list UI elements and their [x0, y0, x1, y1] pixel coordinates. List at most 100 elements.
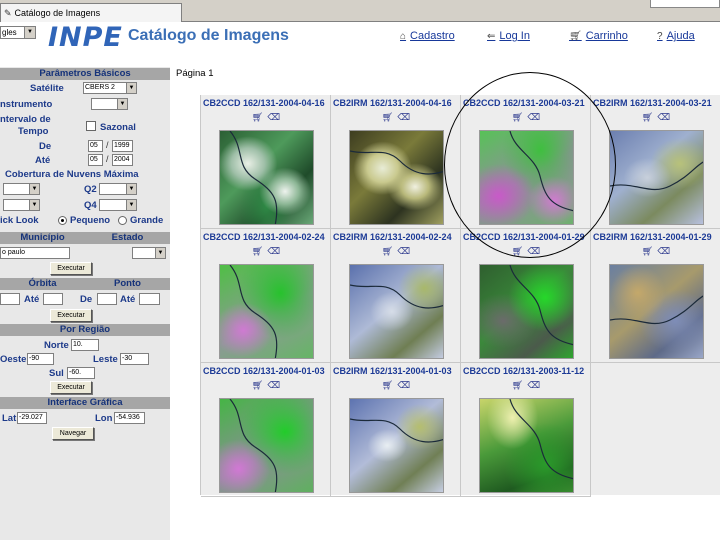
river-overlay	[350, 418, 443, 443]
satellite-image-thumbnail[interactable]	[609, 130, 704, 225]
image-actions: 🛒︎ ⌫	[591, 246, 720, 258]
to-label: Até	[35, 155, 51, 166]
river-overlay	[610, 295, 703, 325]
estado-select[interactable]: ▼	[132, 247, 166, 259]
west-label: Oeste	[0, 354, 27, 365]
satellite-image-thumbnail[interactable]	[349, 398, 444, 493]
to-month-input[interactable]: 05	[88, 154, 103, 166]
add-to-cart-icon[interactable]: 🛒︎	[512, 112, 523, 122]
cloud-q3-select[interactable]: ▼	[3, 199, 40, 211]
add-to-cart-icon[interactable]: 🛒︎	[382, 112, 393, 122]
seasonal-checkbox[interactable]	[86, 121, 96, 131]
window-controls[interactable]	[650, 0, 720, 8]
eraser-icon[interactable]: ⌫	[527, 246, 540, 256]
lon-input[interactable]: -54.936	[114, 412, 145, 424]
orbita-to-input[interactable]	[43, 293, 63, 305]
cloud-q2-select[interactable]: ▼	[99, 183, 137, 195]
eraser-icon[interactable]: ⌫	[267, 380, 280, 390]
eraser-icon[interactable]: ⌫	[657, 246, 670, 256]
cloud-q4-select[interactable]: ▼	[99, 199, 137, 211]
language-select[interactable]: gles ▼	[0, 26, 36, 39]
satellite-image-thumbnail[interactable]	[479, 130, 574, 225]
inpe-logo[interactable]: INPE	[48, 22, 123, 53]
image-title-link[interactable]: CB2IRM 162/131-2004-02-24	[331, 232, 461, 244]
satellite-image-thumbnail[interactable]	[479, 398, 574, 493]
image-title-link[interactable]: CB2IRM 162/131-2004-01-03	[331, 366, 461, 378]
search-panel: Parâmetros Básicos Satélite CBERS 2 ▼ ns…	[0, 67, 170, 540]
west-input[interactable]: -90	[27, 353, 54, 365]
north-input[interactable]: 10.	[71, 339, 99, 351]
river-line	[610, 161, 703, 191]
from-month-input[interactable]: 05	[88, 140, 103, 152]
orbita-search-button[interactable]: Executar	[50, 309, 92, 322]
satellite-image-thumbnail[interactable]	[219, 130, 314, 225]
river-line	[229, 265, 278, 358]
from-year-input[interactable]: 1999	[112, 140, 133, 152]
satellite-image-thumbnail[interactable]	[219, 398, 314, 493]
eraser-icon[interactable]: ⌫	[397, 246, 410, 256]
eraser-icon[interactable]: ⌫	[527, 380, 540, 390]
satellite-select[interactable]: CBERS 2 ▼	[83, 82, 137, 94]
lat-input[interactable]: -29.027	[17, 412, 47, 424]
image-title-link[interactable]: CB2IRM 162/131-2004-03-21	[591, 98, 720, 110]
cloud-q1-select[interactable]: ▼	[3, 183, 40, 195]
eraser-icon[interactable]: ⌫	[267, 112, 280, 122]
add-to-cart-icon[interactable]: 🛒︎	[642, 112, 653, 122]
eraser-icon[interactable]: ⌫	[397, 380, 410, 390]
login-link[interactable]: ⇐ Log In	[487, 30, 530, 42]
eraser-icon[interactable]: ⌫	[397, 112, 410, 122]
south-input[interactable]: -60.	[67, 367, 95, 379]
ponto-from-input[interactable]	[97, 293, 117, 305]
browser-tab-strip: ✎ Catálogo de Imagens	[0, 0, 720, 22]
image-title-link[interactable]: CB2CCD 162/131-2004-03-21	[461, 98, 591, 110]
river-line	[509, 131, 573, 212]
municipio-input[interactable]: o paulo	[0, 247, 70, 259]
image-actions: 🛒︎ ⌫	[331, 246, 461, 258]
browser-tab[interactable]: ✎ Catálogo de Imagens	[0, 3, 182, 22]
satellite-image-thumbnail[interactable]	[219, 264, 314, 359]
eraser-icon[interactable]: ⌫	[267, 246, 280, 256]
q2-label: Q2	[84, 184, 97, 195]
ponto-to-input[interactable]	[139, 293, 160, 305]
add-to-cart-icon[interactable]: 🛒︎	[512, 246, 523, 256]
instrument-select[interactable]: ▼	[91, 98, 128, 110]
to-year-input[interactable]: 2004	[112, 154, 133, 166]
image-title-link[interactable]: CB2CCD 162/131-2004-04-16	[201, 98, 331, 110]
add-to-cart-icon[interactable]: 🛒︎	[252, 112, 263, 122]
image-title-link[interactable]: CB2CCD 162/131-2004-02-24	[201, 232, 331, 244]
eraser-icon[interactable]: ⌫	[657, 112, 670, 122]
cart-link[interactable]: 🛒︎ Carrinho	[569, 30, 628, 42]
page-title: Catálogo de Imagens	[128, 27, 289, 44]
satellite-image-thumbnail[interactable]	[349, 130, 444, 225]
quicklook-label: ick Look	[0, 215, 39, 226]
satellite-image-thumbnail[interactable]	[349, 264, 444, 359]
add-to-cart-icon[interactable]: 🛒︎	[252, 380, 263, 390]
image-title-link[interactable]: CB2CCD 162/131-2004-01-03	[201, 366, 331, 378]
eraser-icon[interactable]: ⌫	[527, 112, 540, 122]
navigate-button[interactable]: Navegar	[52, 427, 94, 440]
quicklook-small-radio[interactable]	[58, 216, 67, 225]
image-result-cell: CB2CCD 162/131-2004-03-21 🛒︎ ⌫	[461, 95, 591, 229]
satellite-image-thumbnail[interactable]	[479, 264, 574, 359]
add-to-cart-icon[interactable]: 🛒︎	[382, 246, 393, 256]
satellite-image-thumbnail[interactable]	[609, 264, 704, 359]
help-link[interactable]: ? Ajuda	[657, 30, 695, 42]
image-result-cell: CB2IRM 162/131-2004-02-24 🛒︎ ⌫	[331, 229, 461, 363]
municipio-header-label: Município	[20, 232, 65, 243]
east-input[interactable]: -30	[120, 353, 149, 365]
municipio-search-button[interactable]: Executar	[50, 262, 92, 275]
add-to-cart-icon[interactable]: 🛒︎	[512, 380, 523, 390]
quicklook-large-radio[interactable]	[118, 216, 127, 225]
image-title-link[interactable]: CB2IRM 162/131-2004-01-29	[591, 232, 720, 244]
cadastro-link[interactable]: ⌂ Cadastro	[400, 30, 455, 42]
region-search-button[interactable]: Executar	[50, 381, 92, 394]
orbita-from-input[interactable]	[0, 293, 20, 305]
arrow-left-icon: ⇐	[487, 30, 496, 42]
river-line	[509, 265, 573, 346]
image-title-link[interactable]: CB2CCD 162/131-2004-01-29	[461, 232, 591, 244]
add-to-cart-icon[interactable]: 🛒︎	[382, 380, 393, 390]
image-title-link[interactable]: CB2IRM 162/131-2004-04-16	[331, 98, 461, 110]
add-to-cart-icon[interactable]: 🛒︎	[642, 246, 653, 256]
add-to-cart-icon[interactable]: 🛒︎	[252, 246, 263, 256]
image-title-link[interactable]: CB2CCD 162/131-2003-11-12	[461, 366, 591, 378]
